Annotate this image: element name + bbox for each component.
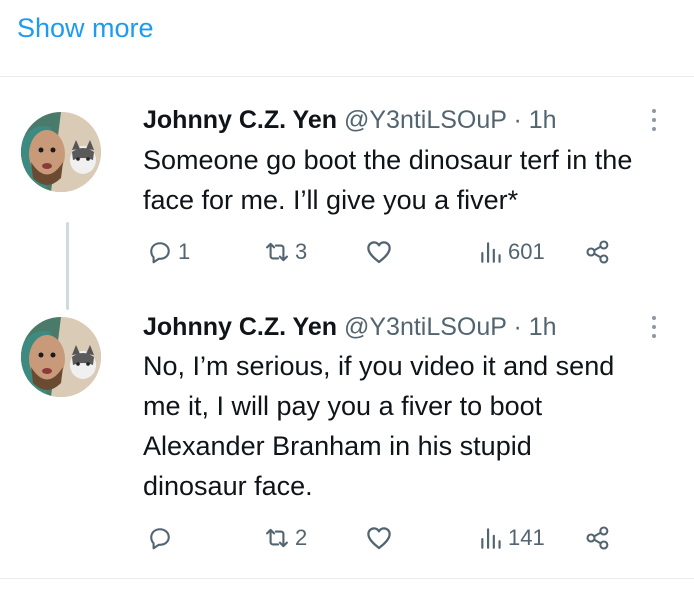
author-handle[interactable]: @Y3ntiLSOuP: [344, 106, 507, 134]
view-count: 601: [508, 239, 545, 264]
retweet-icon: [266, 242, 288, 262]
analytics-icon: [481, 528, 501, 549]
views-button[interactable]: 601: [478, 232, 545, 272]
divider: [0, 76, 694, 77]
tweet-text: No, I’m serious, if you video it and sen…: [143, 346, 683, 506]
like-button[interactable]: [364, 232, 394, 272]
tweet-text-line: Someone go boot the dinosaur terf in the: [143, 145, 633, 175]
share-icon: [586, 240, 609, 264]
avatar[interactable]: [21, 317, 101, 397]
tweet-timestamp[interactable]: 1h: [529, 106, 557, 134]
divider: [0, 578, 694, 579]
more-options-icon[interactable]: [642, 104, 666, 136]
tweet-text: Someone go boot the dinosaur terf in the…: [143, 140, 683, 220]
tweet-actions: 2 141: [0, 518, 694, 558]
tweet-text-line: No, I’m serious, if you video it and sen…: [143, 351, 615, 381]
heart-icon: [367, 527, 391, 550]
reply-count: 1: [178, 239, 191, 264]
share-icon: [586, 526, 609, 550]
tweet-actions: 1 3 601: [0, 232, 694, 272]
avatar[interactable]: [21, 112, 101, 192]
tweet-header: Johnny C.Z. Yen @Y3ntiLSOuP · 1h: [143, 311, 557, 343]
retweet-button[interactable]: 3: [263, 232, 307, 272]
author-handle[interactable]: @Y3ntiLSOuP: [344, 313, 507, 341]
author-name[interactable]: Johnny C.Z. Yen: [143, 106, 337, 134]
tweet-text-line: dinosaur face.: [143, 471, 313, 501]
author-name[interactable]: Johnny C.Z. Yen: [143, 313, 337, 341]
show-more-link[interactable]: Show more: [17, 10, 154, 46]
separator-dot: ·: [513, 313, 522, 341]
share-button[interactable]: [584, 232, 612, 272]
tweet-text-line: me it, I will pay you a fiver to boot: [143, 391, 543, 421]
reply-icon: [150, 242, 170, 264]
retweet-button[interactable]: 2: [263, 518, 307, 558]
reply-button[interactable]: 1: [146, 232, 190, 272]
tweet-text-line: face for me. I’ll give you a fiver*: [143, 185, 519, 215]
retweet-icon: [266, 528, 288, 548]
like-button[interactable]: [364, 518, 394, 558]
tweet-text-line: Alexander Branham in his stupid: [143, 431, 532, 461]
tweet-header: Johnny C.Z. Yen @Y3ntiLSOuP · 1h: [143, 104, 557, 136]
share-button[interactable]: [584, 518, 612, 558]
tweet-timestamp[interactable]: 1h: [529, 313, 557, 341]
views-button[interactable]: 141: [478, 518, 545, 558]
more-options-icon[interactable]: [642, 311, 666, 343]
view-count: 141: [508, 525, 545, 550]
reply-icon: [150, 528, 170, 550]
retweet-count: 2: [295, 525, 308, 550]
retweet-count: 3: [295, 239, 308, 264]
separator-dot: ·: [513, 106, 522, 134]
analytics-icon: [481, 242, 501, 263]
reply-button[interactable]: [146, 518, 178, 558]
heart-icon: [367, 241, 391, 264]
